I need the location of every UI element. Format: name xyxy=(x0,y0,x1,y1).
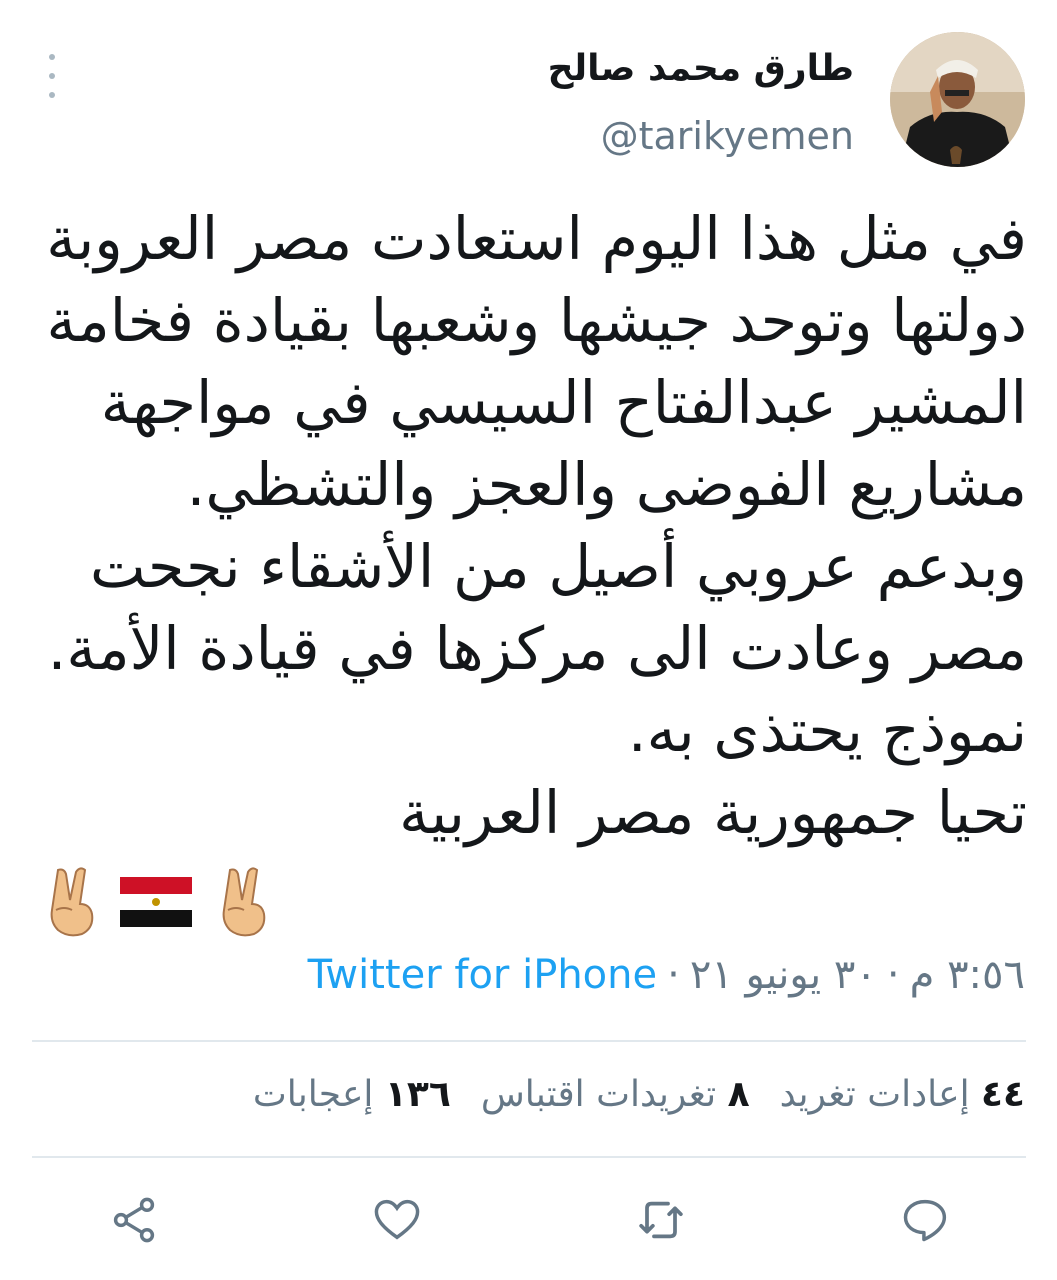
reply-button[interactable] xyxy=(895,1190,955,1250)
divider xyxy=(32,1156,1026,1158)
victory-hand-icon xyxy=(222,867,266,937)
quotes-stat[interactable]: ٨ تغريدات اقتباس xyxy=(481,1074,750,1115)
victory-hand-icon xyxy=(50,867,94,937)
tweet-date: ٣٠ يونيو ٢١ xyxy=(689,952,877,998)
tweet-emojis xyxy=(38,862,274,942)
tweet-line: وبدعم عروبي أصيل من الأشقاء نجحت xyxy=(89,532,1027,601)
tweet-actions xyxy=(0,1180,1057,1260)
quotes-count: ٨ xyxy=(727,1074,750,1115)
tweet-time: ٣:٥٦ م xyxy=(909,952,1025,998)
author-display-name[interactable]: طارق محمد صالح xyxy=(548,48,854,89)
tweet-header: طارق محمد صالح @tarikyemen xyxy=(0,0,1057,190)
tweet-meta: ٣:٥٦ م · ٣٠ يونيو ٢١ · Twitter for iPhon… xyxy=(308,952,1025,998)
tweet-line: نموذج يحتذى به. xyxy=(627,696,1027,765)
tweet-line: مشاريع الفوضى والعجز والتشظي. xyxy=(186,450,1027,519)
author-handle[interactable]: @tarikyemen xyxy=(601,114,854,158)
likes-count: ١٣٦ xyxy=(384,1074,451,1115)
retweet-icon xyxy=(639,1201,683,1239)
likes-stat[interactable]: ١٣٦ إعجابات xyxy=(253,1074,451,1115)
meta-separator: · xyxy=(667,952,680,998)
retweets-count: ٤٤ xyxy=(981,1074,1025,1115)
tweet-stats: ٤٤ إعادات تغريد ٨ تغريدات اقتباس ١٣٦ إعج… xyxy=(253,1074,1025,1115)
avatar-photo xyxy=(890,32,1025,167)
more-vertical-icon[interactable] xyxy=(40,54,64,98)
tweet-line: مصر وعادت الى مركزها في قيادة الأمة. xyxy=(47,614,1027,683)
tweet-line: في مثل هذا اليوم استعادت مصر العروبة xyxy=(46,204,1027,273)
like-button[interactable] xyxy=(367,1190,427,1250)
meta-separator: · xyxy=(886,952,900,998)
likes-label: إعجابات xyxy=(252,1074,374,1115)
tweet-line: المشير عبدالفتاح السيسي في مواجهة xyxy=(100,368,1027,437)
retweet-button[interactable] xyxy=(631,1190,691,1250)
share-icon xyxy=(113,1197,155,1243)
tweet-text: في مثل هذا اليوم استعادت مصر العروبة دول… xyxy=(27,198,1027,854)
share-button[interactable] xyxy=(104,1190,164,1250)
tweet-line: تحيا جمهورية مصر العربية xyxy=(399,778,1027,847)
tweet-line: دولتها وتوحد جيشها وشعبها بقيادة فخامة xyxy=(46,286,1027,355)
retweets-label: إعادات تغريد xyxy=(779,1074,970,1115)
divider xyxy=(32,1040,1026,1042)
avatar[interactable] xyxy=(890,32,1025,167)
quotes-label: تغريدات اقتباس xyxy=(480,1074,717,1115)
egypt-flag-icon xyxy=(120,877,192,927)
reply-icon xyxy=(903,1199,947,1242)
tweet-source-link[interactable]: Twitter for iPhone xyxy=(308,952,658,998)
heart-icon xyxy=(374,1199,420,1240)
retweets-stat[interactable]: ٤٤ إعادات تغريد xyxy=(780,1074,1025,1115)
